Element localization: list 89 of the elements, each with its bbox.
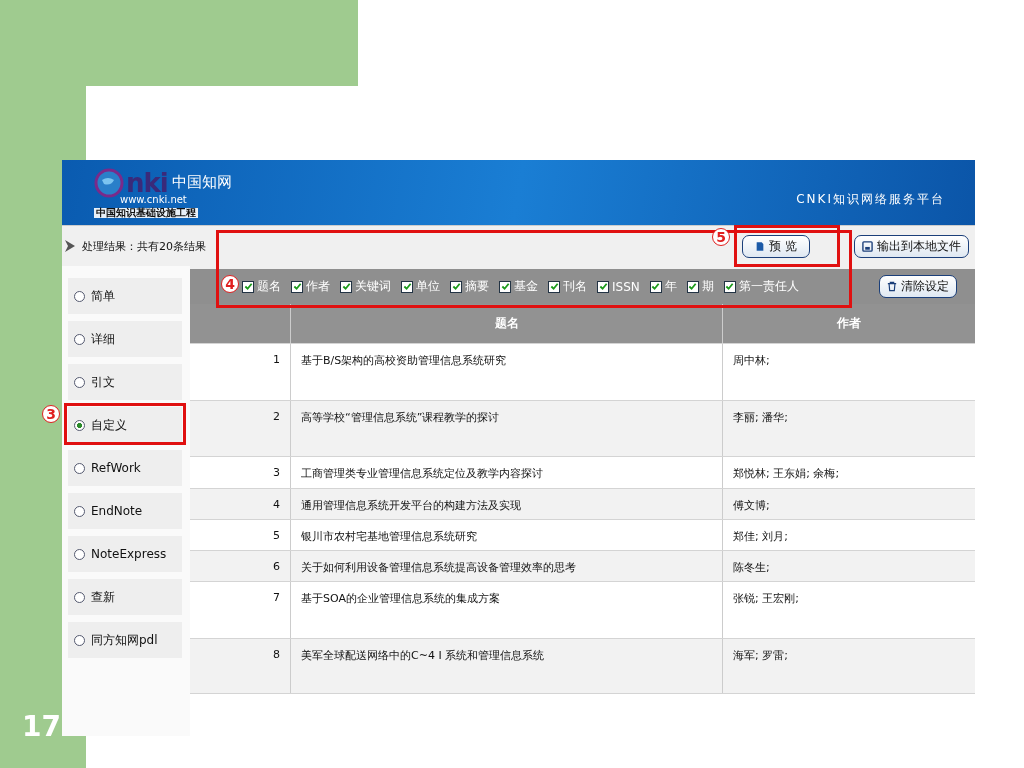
option-label: 详细 (91, 330, 115, 348)
option-label: 自定义 (91, 416, 127, 434)
option-label: 同方知网pdl (91, 631, 158, 649)
field-label: ISSN (612, 279, 640, 294)
radio-button[interactable] (74, 505, 85, 517)
save-icon (862, 240, 873, 252)
field-label: 题名 (257, 278, 281, 295)
checkbox[interactable] (340, 280, 352, 293)
author-cell: 郑佳; 刘月; (733, 530, 788, 543)
preview-button[interactable]: 预 览 (742, 234, 810, 258)
option-label: 查新 (91, 588, 115, 606)
row-number: 8 (273, 648, 280, 661)
radio-button[interactable] (74, 290, 85, 302)
title-cell: 通用管理信息系统开发平台的构建方法及实现 (301, 499, 521, 512)
title-cell: 基于B/S架构的高校资助管理信息系统研究 (301, 354, 507, 367)
column-header: 作者 (837, 315, 861, 332)
format-option[interactable]: RefWork (68, 450, 182, 486)
checkbox[interactable] (649, 280, 662, 293)
title-cell: 美军全球配送网络中的C~4 I 系统和管理信息系统 (301, 649, 545, 662)
format-option[interactable]: 查新 (68, 579, 182, 615)
row-number: 6 (273, 560, 280, 573)
column-header: 题名 (494, 315, 519, 332)
radio-button[interactable] (74, 462, 85, 474)
format-option[interactable]: 引文 (68, 364, 182, 400)
checkbox[interactable] (499, 280, 511, 293)
checkbox[interactable] (242, 280, 254, 293)
row-number: 2 (273, 410, 280, 423)
title-cell: 关于如何利用设备管理信息系统提高设备管理效率的思考 (301, 561, 576, 574)
row-number: 5 (273, 529, 280, 542)
result-count: 处理结果：共有20条结果 (82, 238, 206, 254)
author-cell: 傅文博; (733, 499, 770, 512)
logo-text: nki (126, 169, 168, 196)
platform-title: CNKI知识网络服务平台 (796, 191, 945, 208)
field-label: 第一责任人 (738, 278, 799, 295)
field-label: 基金 (514, 278, 538, 295)
author-cell: 周中林; (733, 354, 770, 367)
slide-number: 17 (22, 710, 61, 743)
checkbox[interactable] (450, 280, 462, 293)
author-cell: 张锐; 王宏刚; (733, 592, 799, 605)
format-option[interactable]: 详细 (68, 321, 182, 357)
title-cell: 基于SOA的企业管理信息系统的集成方案 (301, 592, 500, 605)
option-label: 引文 (91, 373, 115, 391)
format-option[interactable]: 自定义 (68, 407, 182, 443)
row-number: 7 (273, 591, 280, 604)
export-button[interactable]: 输出到本地文件 (854, 234, 969, 258)
field-label: 摘要 (465, 278, 489, 295)
checkbox[interactable] (597, 280, 609, 293)
title-cell: 工商管理类专业管理信息系统定位及教学内容探讨 (301, 467, 543, 480)
format-option[interactable]: NoteExpress (68, 536, 182, 572)
format-option[interactable]: 同方知网pdl (68, 622, 182, 658)
option-label: 简单 (91, 287, 115, 305)
radio-button[interactable] (74, 419, 85, 431)
checkbox[interactable] (548, 280, 560, 293)
logo-subtitle: 中国知识基础设施工程 (94, 207, 198, 218)
title-cell: 高等学校“管理信息系统”课程教学的探讨 (301, 411, 500, 424)
row-number: 1 (273, 353, 280, 366)
checkbox[interactable] (686, 280, 699, 293)
field-label: 作者 (306, 278, 330, 295)
field-label: 刊名 (563, 278, 587, 295)
radio-button[interactable] (74, 548, 85, 560)
row-number: 3 (273, 466, 280, 479)
chevron-icon (64, 239, 76, 253)
clear-button[interactable]: 清除设定 (879, 275, 957, 298)
radio-button[interactable] (74, 591, 85, 603)
trash-icon (887, 281, 897, 292)
option-label: RefWork (91, 461, 141, 475)
option-label: EndNote (91, 504, 143, 518)
format-option[interactable]: 简单 (68, 278, 182, 314)
field-label: 年 (664, 278, 677, 295)
radio-button[interactable] (74, 333, 85, 345)
author-cell: 李丽; 潘华; (733, 411, 788, 424)
field-label: 单位 (416, 278, 440, 295)
field-label: 关键词 (355, 278, 391, 295)
format-option[interactable]: EndNote (68, 493, 182, 529)
title-cell: 银川市农村宅基地管理信息系统研究 (301, 530, 477, 543)
checkbox[interactable] (401, 280, 413, 293)
checkbox[interactable] (291, 280, 303, 293)
author-cell: 海军; 罗雷; (733, 649, 788, 662)
logo-url: www.cnki.net (120, 194, 187, 205)
logo-title: 中国知网 (171, 175, 232, 190)
author-cell: 陈冬生; (733, 561, 770, 574)
option-label: NoteExpress (91, 547, 167, 561)
document-icon (755, 240, 766, 252)
radio-button[interactable] (74, 376, 85, 388)
radio-button[interactable] (74, 634, 85, 646)
field-label: 期 (701, 278, 714, 295)
row-number: 4 (273, 498, 280, 511)
checkbox[interactable] (723, 280, 736, 293)
author-cell: 郑悦林; 王东娟; 余梅; (733, 467, 840, 480)
